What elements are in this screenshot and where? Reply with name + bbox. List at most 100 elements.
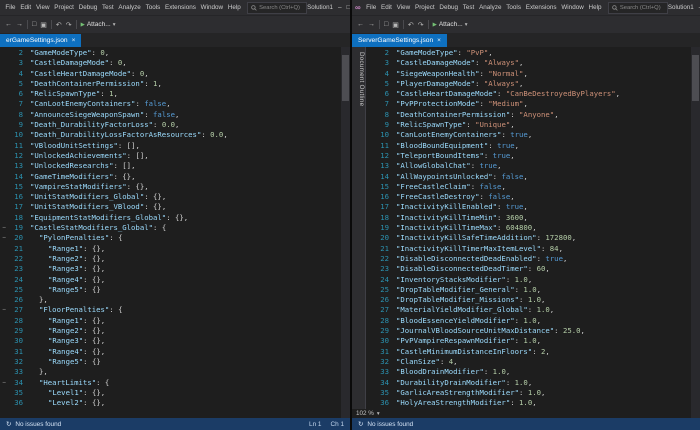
code-line[interactable]: 31"CastleMinimumDistanceInFloors": 2,: [366, 347, 691, 357]
tab-servergamesettings[interactable]: ServerGameSettings.json ×: [352, 34, 447, 47]
code-line[interactable]: 25"Range5": {}: [0, 285, 341, 295]
code-line[interactable]: 17"InactivityKillEnabled": true,: [366, 202, 691, 212]
nav-forward-icon[interactable]: →: [368, 21, 375, 28]
code-line[interactable]: 26"DropTableModifier_Missions": 1.0,: [366, 295, 691, 305]
menu-item-help[interactable]: Help: [225, 4, 243, 11]
code-line[interactable]: 11"VBloodUnitSettings": [],: [0, 141, 341, 151]
code-line[interactable]: 11"BloodBoundEquipment": true,: [366, 141, 691, 151]
code-line[interactable]: 12"UnlockedAchievements": [],: [0, 151, 341, 161]
code-line[interactable]: 28"BloodEssenceYieldModifier": 1.0,: [366, 316, 691, 326]
code-line[interactable]: 14"GameTimeModifiers": {},: [0, 172, 341, 182]
code-line[interactable]: 35"Level1": {},: [0, 388, 341, 398]
code-line[interactable]: −34"HeartLimits": {: [0, 378, 341, 388]
code-line[interactable]: 4"CastleHeartDamageMode": 0,: [0, 69, 341, 79]
nav-back-icon[interactable]: ←: [5, 21, 12, 28]
fold-collapse-icon[interactable]: −: [0, 223, 8, 233]
fold-collapse-icon[interactable]: −: [0, 233, 8, 243]
code-line[interactable]: 13"UnlockedResearchs": [],: [0, 161, 341, 171]
menu-item-file[interactable]: File: [3, 4, 18, 11]
code-line[interactable]: 10"Death_DurabilityLossFactorAsResources…: [0, 130, 341, 140]
code-line[interactable]: 9"Death_DurabilityFactorLoss": 0.0,: [0, 120, 341, 130]
code-line[interactable]: 15"FreeCastleClaim": false,: [366, 182, 691, 192]
code-line[interactable]: 23"Range3": {},: [0, 264, 341, 274]
code-line[interactable]: 36"HolyAreaStrengthModifier": 1.0,: [366, 398, 691, 408]
code-line[interactable]: 7"CanLootEnemyContainers": false,: [0, 99, 341, 109]
menu-item-analyze[interactable]: Analyze: [116, 4, 143, 11]
code-line[interactable]: 32"Range5": {}: [0, 357, 341, 367]
code-line[interactable]: 7"PvPProtectionMode": "Medium",: [366, 99, 691, 109]
code-line[interactable]: 6"RelicSpawnType": 1,: [0, 89, 341, 99]
fold-collapse-icon[interactable]: −: [0, 305, 8, 315]
tab-servergamesettings[interactable]: erGameSettings.json ×: [0, 34, 81, 47]
code-line[interactable]: 17"UnitStatModifiers_VBlood": {},: [0, 202, 341, 212]
code-line[interactable]: 20"InactivityKillSafeTimeAddition": 1728…: [366, 233, 691, 243]
code-line[interactable]: 16"FreeCastleDestroy": false,: [366, 192, 691, 202]
nav-forward-icon[interactable]: →: [16, 21, 23, 28]
code-line[interactable]: 5"PlayerDamageMode": "Always",: [366, 79, 691, 89]
code-line[interactable]: 5"DeathContainerPermission": 1,: [0, 79, 341, 89]
menu-item-extensions[interactable]: Extensions: [523, 4, 559, 11]
redo-icon[interactable]: ↷: [418, 21, 424, 29]
menu-item-tools[interactable]: Tools: [143, 4, 162, 11]
menu-item-test[interactable]: Test: [100, 4, 116, 11]
save-icon[interactable]: ▣: [392, 21, 399, 29]
code-line[interactable]: 34"DurabilityDrainModifier": 1.0,: [366, 378, 691, 388]
attach-button[interactable]: ▶ Attach... ▾: [433, 21, 468, 28]
code-line[interactable]: −19"CastleStatModifiers_Global": {: [0, 223, 341, 233]
code-line[interactable]: −20"PylonPenalties": {: [0, 233, 341, 243]
code-line[interactable]: 18"InactivityKillTimeMin": 3600,: [366, 213, 691, 223]
code-line[interactable]: 12"TeleportBoundItems": true,: [366, 151, 691, 161]
fold-collapse-icon[interactable]: −: [0, 378, 8, 388]
menu-item-extensions[interactable]: Extensions: [163, 4, 199, 11]
scrollbar[interactable]: [341, 47, 350, 418]
document-outline-tab[interactable]: Document Outline: [352, 47, 366, 418]
code-line[interactable]: 21"InactivityKillTimerMaxItemLevel": 84,: [366, 244, 691, 254]
code-line[interactable]: 29"Range2": {},: [0, 326, 341, 336]
undo-icon[interactable]: ↶: [408, 21, 414, 29]
minimize-button[interactable]: –: [338, 4, 342, 11]
save-icon[interactable]: ▣: [40, 21, 47, 29]
code-line[interactable]: 2"GameModeType": 0,: [0, 48, 341, 58]
code-line[interactable]: 28"Range1": {},: [0, 316, 341, 326]
code-line[interactable]: 30"Range3": {},: [0, 336, 341, 346]
menu-item-analyze[interactable]: Analyze: [477, 4, 504, 11]
menu-item-window[interactable]: Window: [198, 4, 225, 11]
code-line[interactable]: 24"Range4": {},: [0, 275, 341, 285]
menu-item-help[interactable]: Help: [586, 4, 604, 11]
code-line[interactable]: 16"UnitStatModifiers_Global": {},: [0, 192, 341, 202]
code-line[interactable]: 19"InactivityKillTimeMax": 604800,: [366, 223, 691, 233]
menu-item-file[interactable]: File: [364, 4, 379, 11]
code-line[interactable]: −27"FloorPenalties": {: [0, 305, 341, 315]
code-line[interactable]: 14"AllWaypointsUnlocked": false,: [366, 172, 691, 182]
code-editor[interactable]: 2"GameModeType": 0,3"CastleDamageMode": …: [0, 47, 341, 418]
attach-button[interactable]: ▶ Attach... ▾: [81, 21, 116, 28]
undo-icon[interactable]: ↶: [56, 21, 62, 29]
tab-close-icon[interactable]: ×: [72, 37, 76, 44]
code-line[interactable]: 33},: [0, 367, 341, 377]
menu-item-view[interactable]: View: [394, 4, 412, 11]
menu-item-debug[interactable]: Debug: [437, 4, 460, 11]
code-line[interactable]: 22"Range2": {},: [0, 254, 341, 264]
code-line[interactable]: 21"Range1": {},: [0, 244, 341, 254]
menu-item-edit[interactable]: Edit: [18, 4, 34, 11]
code-line[interactable]: 8"AnnounceSiegeWeaponSpawn": false,: [0, 110, 341, 120]
code-editor[interactable]: 2"GameModeType": "PvP",3"CastleDamageMod…: [366, 47, 691, 418]
menu-item-project[interactable]: Project: [413, 4, 437, 11]
menu-item-tools[interactable]: Tools: [504, 4, 523, 11]
code-line[interactable]: 22"DisableDisconnectedDeadEnabled": true…: [366, 254, 691, 264]
search-box[interactable]: Search (Ctrl+Q): [608, 2, 668, 14]
scrollbar-thumb[interactable]: [692, 55, 699, 101]
code-line[interactable]: 33"BloodDrainModifier": 1.0,: [366, 367, 691, 377]
menu-item-view[interactable]: View: [34, 4, 52, 11]
nav-back-icon[interactable]: ←: [357, 21, 364, 28]
code-line[interactable]: 8"DeathContainerPermission": "Anyone",: [366, 110, 691, 120]
code-line[interactable]: 31"Range4": {},: [0, 347, 341, 357]
code-line[interactable]: 23"DisableDisconnectedDeadTimer": 60,: [366, 264, 691, 274]
code-line[interactable]: 2"GameModeType": "PvP",: [366, 48, 691, 58]
new-file-icon[interactable]: □: [32, 21, 36, 28]
code-line[interactable]: 10"CanLootEnemyContainers": true,: [366, 130, 691, 140]
code-line[interactable]: 27"MaterialYieldModifier_Global": 1.0,: [366, 305, 691, 315]
code-line[interactable]: 32"ClanSize": 4,: [366, 357, 691, 367]
menu-item-debug[interactable]: Debug: [76, 4, 99, 11]
code-line[interactable]: 24"InventoryStacksModifier": 1.0,: [366, 275, 691, 285]
